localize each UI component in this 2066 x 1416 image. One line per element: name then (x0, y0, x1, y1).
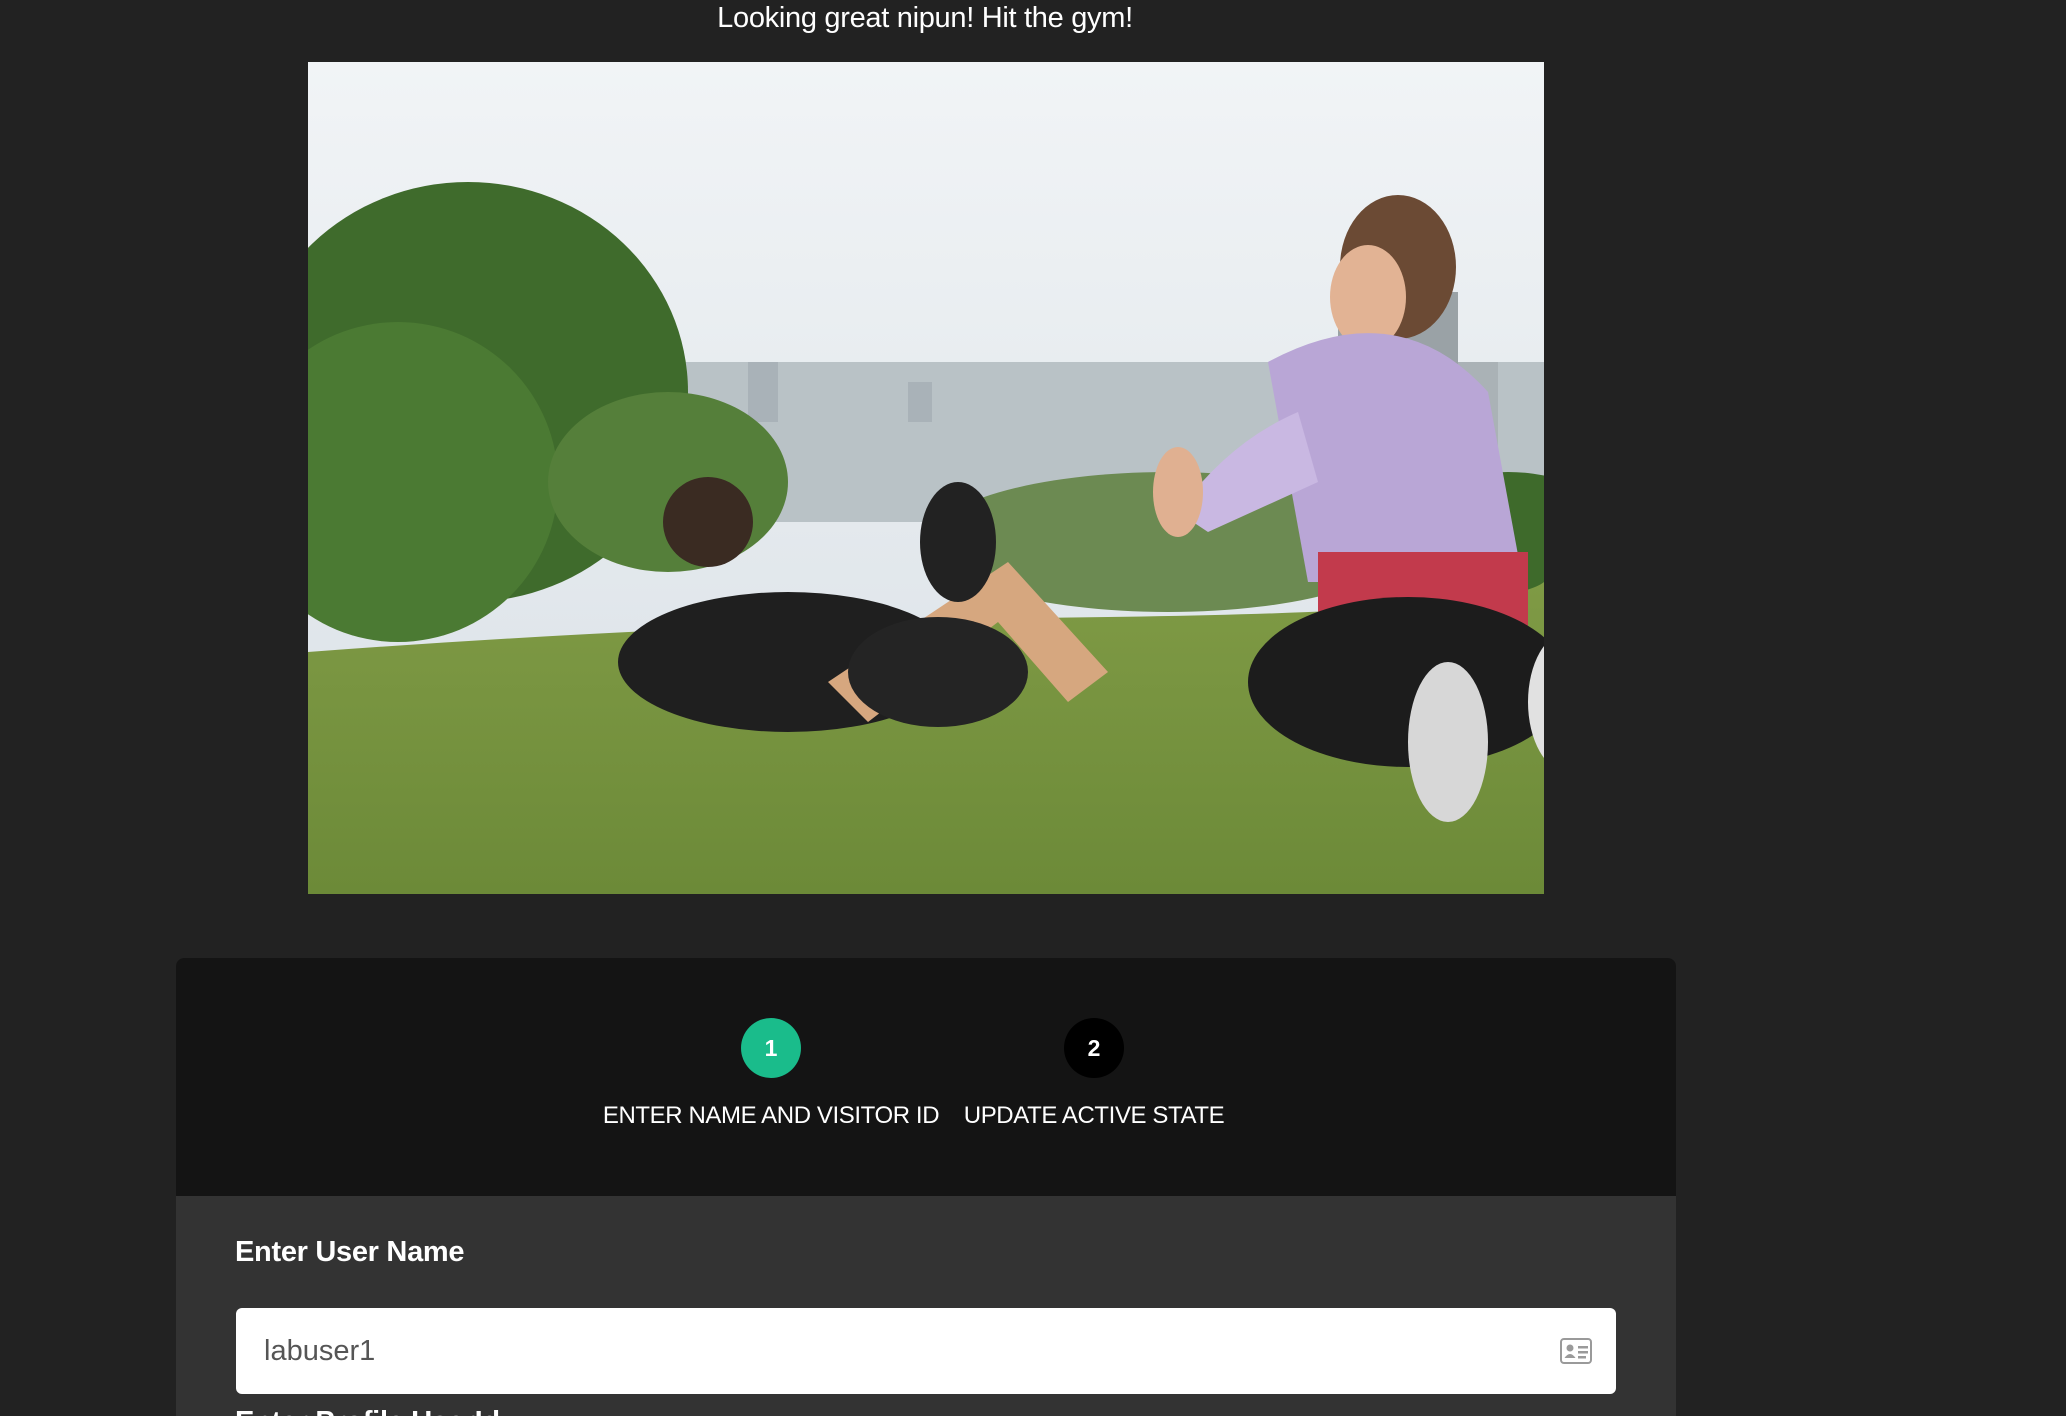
step-update-active-state[interactable]: 2 UPDATE ACTIVE STATE (914, 1018, 1274, 1130)
wizard-steps: 1 ENTER NAME AND VISITOR ID 2 UPDATE ACT… (176, 958, 1676, 1196)
hero-image (308, 62, 1544, 894)
page: Looking great nipun! Hit the gym! 1 ENTE… (0, 0, 2066, 1416)
username-label: Enter User Name (235, 1236, 465, 1268)
username-input[interactable] (236, 1308, 1524, 1394)
signup-wizard: 1 ENTER NAME AND VISITOR ID 2 UPDATE ACT… (176, 958, 1676, 1416)
step-1-indicator[interactable]: 1 (741, 1018, 801, 1078)
step-enter-name[interactable]: 1 ENTER NAME AND VISITOR ID (591, 1018, 951, 1130)
id-card-icon (1560, 1338, 1592, 1364)
step-2-label: UPDATE ACTIVE STATE (963, 1102, 1225, 1129)
step-1-label: ENTER NAME AND VISITOR ID (602, 1102, 940, 1129)
outdoor-workout-photo (308, 62, 1544, 894)
step-2-indicator[interactable]: 2 (1064, 1018, 1124, 1078)
greeting-message: Looking great nipun! Hit the gym! (717, 2, 1133, 34)
username-field[interactable] (236, 1308, 1616, 1394)
profile-userid-label: Enter Profile UserId (235, 1406, 500, 1416)
